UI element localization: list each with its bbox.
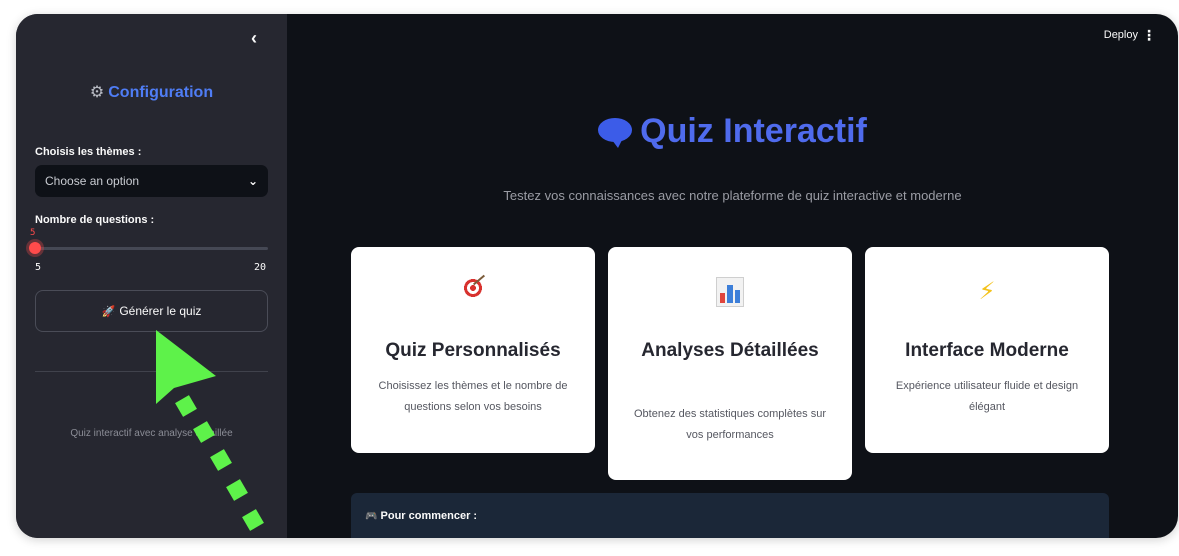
arrow-head — [156, 330, 216, 404]
annotation-arrow — [156, 330, 264, 531]
arrow-dashes — [175, 395, 264, 531]
